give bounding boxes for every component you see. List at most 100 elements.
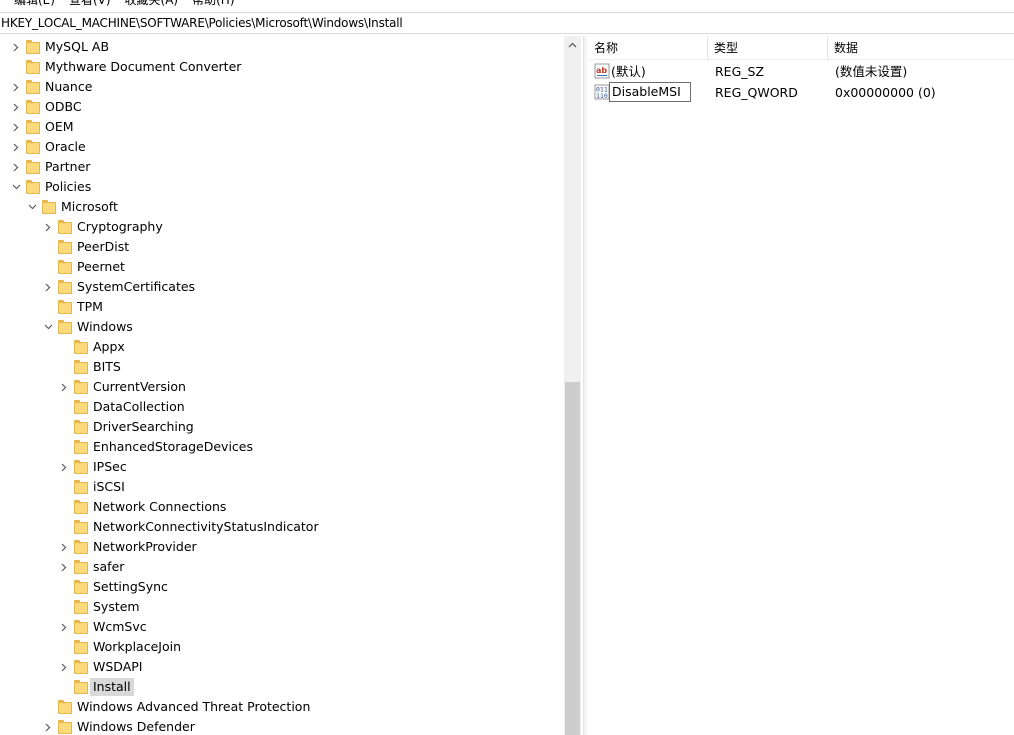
tree-node-label[interactable]: Windows: [74, 318, 136, 336]
tree-node-label[interactable]: Policies: [42, 178, 94, 196]
tree-node-label[interactable]: Network Connections: [90, 498, 229, 516]
tree-vertical-scrollbar[interactable]: [564, 36, 581, 735]
tree-node-label[interactable]: Windows Defender: [74, 718, 198, 735]
menu-view[interactable]: 查看(V): [62, 0, 118, 9]
chevron-right-icon[interactable]: [10, 137, 22, 157]
tree-node-label[interactable]: PeerDist: [74, 238, 132, 256]
tree-node-label[interactable]: EnhancedStorageDevices: [90, 438, 256, 456]
chevron-right-icon[interactable]: [58, 657, 70, 677]
tree-node[interactable]: PeerDist: [0, 237, 560, 257]
tree-node[interactable]: WSDAPI: [0, 657, 560, 677]
tree-node[interactable]: Peernet: [0, 257, 560, 277]
pane-splitter[interactable]: [583, 36, 587, 735]
chevron-right-icon[interactable]: [10, 157, 22, 177]
tree-node-label[interactable]: TPM: [74, 298, 106, 316]
chevron-right-icon[interactable]: [58, 377, 70, 397]
chevron-right-icon[interactable]: [42, 717, 54, 735]
tree-node[interactable]: Nuance: [0, 77, 560, 97]
tree-node-label[interactable]: WorkplaceJoin: [90, 638, 184, 656]
tree-node-label[interactable]: System: [90, 598, 143, 616]
tree-node-label[interactable]: Oracle: [42, 138, 89, 156]
tree-node-label[interactable]: safer: [90, 558, 127, 576]
tree-node-label[interactable]: iSCSI: [90, 478, 128, 496]
column-header-name[interactable]: 名称: [588, 36, 708, 60]
tree-node-label[interactable]: ODBC: [42, 98, 85, 116]
chevron-right-icon[interactable]: [58, 557, 70, 577]
tree-node[interactable]: IPSec: [0, 457, 560, 477]
tree-node[interactable]: OEM: [0, 117, 560, 137]
tree-node[interactable]: safer: [0, 557, 560, 577]
tree-node[interactable]: WcmSvc: [0, 617, 560, 637]
chevron-right-icon[interactable]: [10, 117, 22, 137]
tree-node[interactable]: Windows Defender: [0, 717, 560, 735]
chevron-down-icon[interactable]: [42, 317, 54, 337]
tree-node-label[interactable]: NetworkConnectivityStatusIndicator: [90, 518, 322, 536]
tree-node[interactable]: Install: [0, 677, 560, 697]
menu-help[interactable]: 帮助(H): [185, 0, 241, 9]
tree-node[interactable]: Appx: [0, 337, 560, 357]
tree-node-label[interactable]: CurrentVersion: [90, 378, 189, 396]
chevron-right-icon[interactable]: [10, 97, 22, 117]
chevron-down-icon[interactable]: [26, 197, 38, 217]
tree-node-label[interactable]: Mythware Document Converter: [42, 58, 244, 76]
address-path[interactable]: HKEY_LOCAL_MACHINE\SOFTWARE\Policies\Mic…: [0, 13, 1014, 34]
tree-node-label[interactable]: Nuance: [42, 78, 95, 96]
chevron-right-icon[interactable]: [42, 217, 54, 237]
tree-node-label[interactable]: Install: [90, 678, 134, 696]
rename-input[interactable]: DisableMSI: [609, 82, 691, 102]
tree-node[interactable]: Mythware Document Converter: [0, 57, 560, 77]
tree-node-label[interactable]: WcmSvc: [90, 618, 150, 636]
menu-favorites[interactable]: 收藏夹(A): [118, 0, 186, 9]
tree-node-label[interactable]: OEM: [42, 118, 77, 136]
tree-node[interactable]: TPM: [0, 297, 560, 317]
tree-node[interactable]: NetworkProvider: [0, 537, 560, 557]
chevron-right-icon[interactable]: [10, 77, 22, 97]
scroll-up-arrow-icon[interactable]: [564, 36, 581, 53]
tree-node-label[interactable]: MySQL AB: [42, 38, 112, 56]
tree-node[interactable]: Microsoft: [0, 197, 560, 217]
tree-node-label[interactable]: Microsoft: [58, 198, 121, 216]
tree-node[interactable]: NetworkConnectivityStatusIndicator: [0, 517, 560, 537]
tree-node-label[interactable]: IPSec: [90, 458, 130, 476]
tree-node-label[interactable]: DataCollection: [90, 398, 188, 416]
tree-node-label[interactable]: Windows Advanced Threat Protection: [74, 698, 313, 716]
scroll-thumb[interactable]: [565, 382, 580, 735]
tree-node[interactable]: Partner: [0, 157, 560, 177]
tree-node[interactable]: BITS: [0, 357, 560, 377]
tree-node[interactable]: SettingSync: [0, 577, 560, 597]
value-row[interactable]: 011 110 DisableMSI REG_QWORD 0x00000000 …: [588, 82, 1014, 103]
tree-node-label[interactable]: SystemCertificates: [74, 278, 198, 296]
tree-node-label[interactable]: NetworkProvider: [90, 538, 200, 556]
chevron-right-icon[interactable]: [58, 537, 70, 557]
tree-node[interactable]: Cryptography: [0, 217, 560, 237]
tree-node[interactable]: Windows: [0, 317, 560, 337]
chevron-down-icon[interactable]: [10, 177, 22, 197]
tree-node-label[interactable]: Peernet: [74, 258, 128, 276]
tree-node[interactable]: Policies: [0, 177, 560, 197]
tree-node[interactable]: WorkplaceJoin: [0, 637, 560, 657]
column-header-type[interactable]: 类型: [708, 36, 828, 60]
tree-node-label[interactable]: DriverSearching: [90, 418, 197, 436]
tree-node[interactable]: EnhancedStorageDevices: [0, 437, 560, 457]
chevron-right-icon[interactable]: [10, 37, 22, 57]
tree-node-label[interactable]: WSDAPI: [90, 658, 145, 676]
tree-node[interactable]: ODBC: [0, 97, 560, 117]
chevron-right-icon[interactable]: [58, 457, 70, 477]
tree-node-label[interactable]: SettingSync: [90, 578, 171, 596]
tree-node-label[interactable]: BITS: [90, 358, 124, 376]
chevron-right-icon[interactable]: [58, 617, 70, 637]
tree-node[interactable]: DriverSearching: [0, 417, 560, 437]
tree-node[interactable]: iSCSI: [0, 477, 560, 497]
chevron-right-icon[interactable]: [42, 277, 54, 297]
tree-node[interactable]: MySQL AB: [0, 37, 560, 57]
tree-node[interactable]: Windows Advanced Threat Protection: [0, 697, 560, 717]
tree-node-label[interactable]: Appx: [90, 338, 128, 356]
value-row[interactable]: ab (默认) REG_SZ (数值未设置): [588, 61, 1014, 82]
tree-node[interactable]: CurrentVersion: [0, 377, 560, 397]
column-header-data[interactable]: 数据: [828, 36, 1014, 60]
tree-node[interactable]: System: [0, 597, 560, 617]
tree-node[interactable]: SystemCertificates: [0, 277, 560, 297]
tree-node-label[interactable]: Cryptography: [74, 218, 166, 236]
address-bar[interactable]: HKEY_LOCAL_MACHINE\SOFTWARE\Policies\Mic…: [0, 12, 1014, 34]
menu-edit[interactable]: 编辑(E): [0, 0, 62, 9]
